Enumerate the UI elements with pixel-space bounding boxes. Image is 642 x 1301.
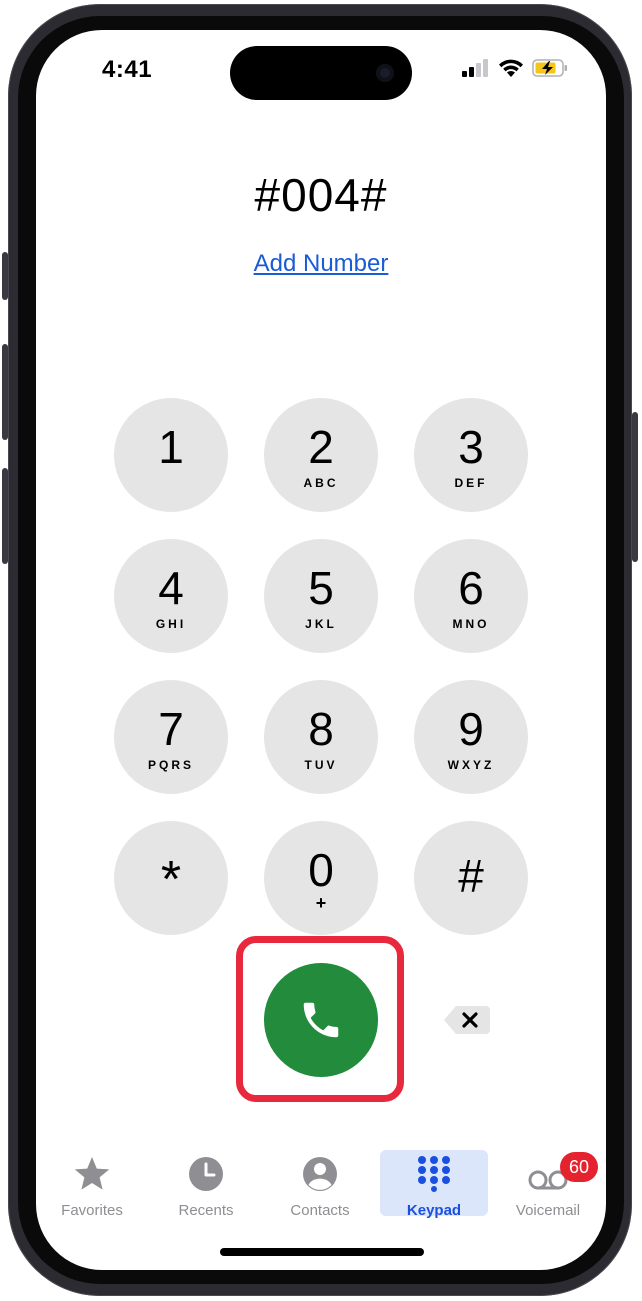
key-digit: 3	[458, 421, 484, 473]
status-bar: 4:41	[36, 30, 606, 110]
key-2[interactable]: 2 ABC	[264, 398, 378, 512]
key-letters: ABC	[303, 476, 339, 490]
call-button[interactable]	[264, 963, 378, 1077]
tab-label: Contacts	[290, 1202, 350, 1219]
tab-favorites[interactable]: Favorites	[38, 1150, 146, 1219]
key-digit: 9	[458, 703, 484, 755]
key-0[interactable]: 0 +	[264, 821, 378, 935]
key-star[interactable]: *	[114, 821, 228, 935]
clock-icon	[189, 1157, 223, 1191]
star-icon	[74, 1157, 110, 1190]
key-letters: +	[315, 893, 327, 913]
key-digit: 2	[308, 421, 334, 473]
tab-bar: Favorites Recents Contacts Keypad Voicem…	[36, 1150, 606, 1220]
phone-screen: 4:41 #004# Add Number 1 2 ABC 3 DEF 4 GH…	[36, 30, 606, 1270]
power-button	[632, 412, 638, 562]
tab-recents[interactable]: Recents	[152, 1150, 260, 1219]
key-letters: PQRS	[147, 758, 194, 772]
key-letters: TUV	[304, 758, 338, 772]
key-digit: 0	[308, 844, 334, 896]
key-digit: 8	[308, 703, 334, 755]
tab-label: Favorites	[61, 1202, 123, 1219]
tab-label: Recents	[178, 1202, 234, 1219]
key-3[interactable]: 3 DEF	[414, 398, 528, 512]
status-icons	[462, 58, 568, 78]
status-time: 4:41	[102, 56, 153, 83]
key-digit: #	[458, 850, 484, 902]
key-hash[interactable]: #	[414, 821, 528, 935]
key-digit: 1	[158, 421, 184, 473]
keypad-grid-icon	[418, 1156, 450, 1192]
key-8[interactable]: 8 TUV	[264, 680, 378, 794]
key-letters: MNO	[452, 617, 490, 631]
key-letters: WXYZ	[447, 758, 495, 772]
voicemail-badge: 60	[560, 1152, 598, 1182]
key-letters: JKL	[305, 617, 337, 631]
tab-label: Keypad	[406, 1202, 462, 1219]
key-digit: 6	[458, 562, 484, 614]
home-indicator[interactable]	[220, 1248, 424, 1256]
tab-label: Voicemail	[515, 1202, 581, 1219]
wifi-icon	[499, 59, 523, 77]
battery-charging-icon	[532, 59, 567, 77]
person-circle-icon	[303, 1157, 337, 1191]
key-letters: GHI	[155, 617, 187, 631]
key-5[interactable]: 5 JKL	[264, 539, 378, 653]
phone-icon	[303, 1002, 339, 1038]
action-button	[2, 252, 8, 300]
delete-button[interactable]	[442, 1004, 492, 1036]
tab-contacts[interactable]: Contacts	[266, 1150, 374, 1219]
key-letters: DEF	[454, 476, 488, 490]
key-1[interactable]: 1	[114, 398, 228, 512]
key-digit: 5	[308, 562, 334, 614]
backspace-icon	[444, 1006, 490, 1034]
camera-icon	[376, 64, 394, 82]
key-digit: 7	[158, 703, 184, 755]
key-digit: *	[160, 851, 182, 909]
key-9[interactable]: 9 WXYZ	[414, 680, 528, 794]
tab-keypad[interactable]: Keypad	[380, 1150, 488, 1219]
add-number-link[interactable]: Add Number	[36, 250, 606, 278]
volume-up-button	[2, 344, 8, 440]
key-6[interactable]: 6 MNO	[414, 539, 528, 653]
key-7[interactable]: 7 PQRS	[114, 680, 228, 794]
key-digit: 4	[158, 562, 184, 614]
key-4[interactable]: 4 GHI	[114, 539, 228, 653]
dialed-number: #004#	[254, 169, 388, 221]
volume-down-button	[2, 468, 8, 564]
cellular-signal-icon	[462, 59, 488, 77]
dynamic-island	[230, 46, 412, 100]
